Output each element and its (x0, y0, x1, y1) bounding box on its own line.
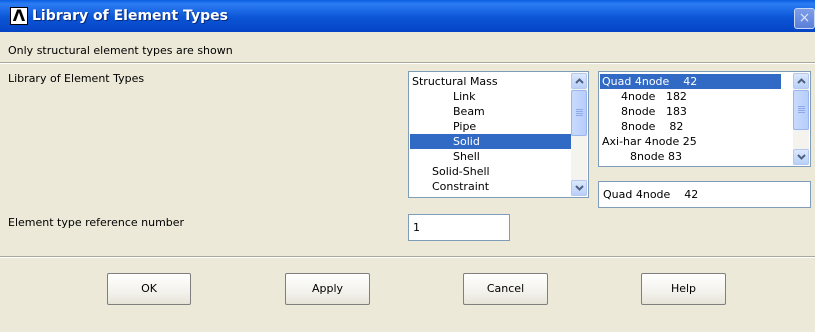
list-item[interactable]: 8node 82 (600, 119, 781, 134)
scroll-down-button[interactable] (571, 180, 587, 196)
category-scrollbar[interactable] (571, 73, 587, 196)
list-item[interactable]: Solid-Shell (410, 164, 573, 179)
list-item-selected[interactable]: Quad 4node 42 (600, 74, 781, 89)
apply-button[interactable]: Apply (285, 273, 370, 305)
chevron-up-icon (797, 78, 806, 84)
scroll-thumb[interactable] (571, 90, 587, 136)
scroll-thumb[interactable] (793, 90, 809, 130)
close-button[interactable]: × (794, 8, 815, 29)
list-item[interactable]: Link (410, 89, 573, 104)
list-item[interactable]: Beam (410, 104, 573, 119)
divider (0, 256, 815, 258)
window-title: Library of Element Types (32, 8, 228, 24)
list-item[interactable]: Shell (410, 149, 573, 164)
category-listbox[interactable]: Structural Mass Link Beam Pipe Solid She… (408, 71, 589, 198)
list-item[interactable]: Structural Mass (410, 74, 575, 89)
library-label: Library of Element Types (8, 72, 145, 85)
list-item[interactable]: 8node 183 (600, 104, 781, 119)
selected-element-field[interactable]: Quad 4node 42 (598, 181, 811, 208)
info-text: Only structural element types are shown (8, 44, 233, 57)
chevron-down-icon (575, 185, 584, 191)
scroll-up-button[interactable] (571, 73, 587, 89)
chevron-down-icon (797, 154, 806, 160)
scroll-up-button[interactable] (793, 73, 809, 89)
ansys-logo-icon: Λ (10, 7, 28, 25)
reference-number-label: Element type reference number (8, 216, 185, 229)
list-item[interactable]: Pipe (410, 119, 573, 134)
list-item[interactable]: Constraint (410, 179, 573, 194)
cancel-button[interactable]: Cancel (463, 273, 548, 305)
chevron-up-icon (575, 78, 584, 84)
title-bar: Λ Library of Element Types × (0, 0, 815, 32)
reference-number-input[interactable]: 1 (408, 214, 510, 241)
list-item[interactable]: 8node 83 (600, 149, 781, 164)
list-item-selected[interactable]: Solid (410, 134, 573, 149)
divider (0, 62, 815, 64)
element-scrollbar[interactable] (793, 73, 809, 165)
element-listbox[interactable]: Quad 4node 42 4node 182 8node 183 8node … (598, 71, 811, 167)
scroll-down-button[interactable] (793, 149, 809, 165)
list-item[interactable]: 4node 182 (600, 89, 781, 104)
list-item[interactable]: Axi-har 4node 25 (600, 134, 781, 149)
ok-button[interactable]: OK (107, 273, 191, 305)
help-button[interactable]: Help (641, 273, 726, 305)
